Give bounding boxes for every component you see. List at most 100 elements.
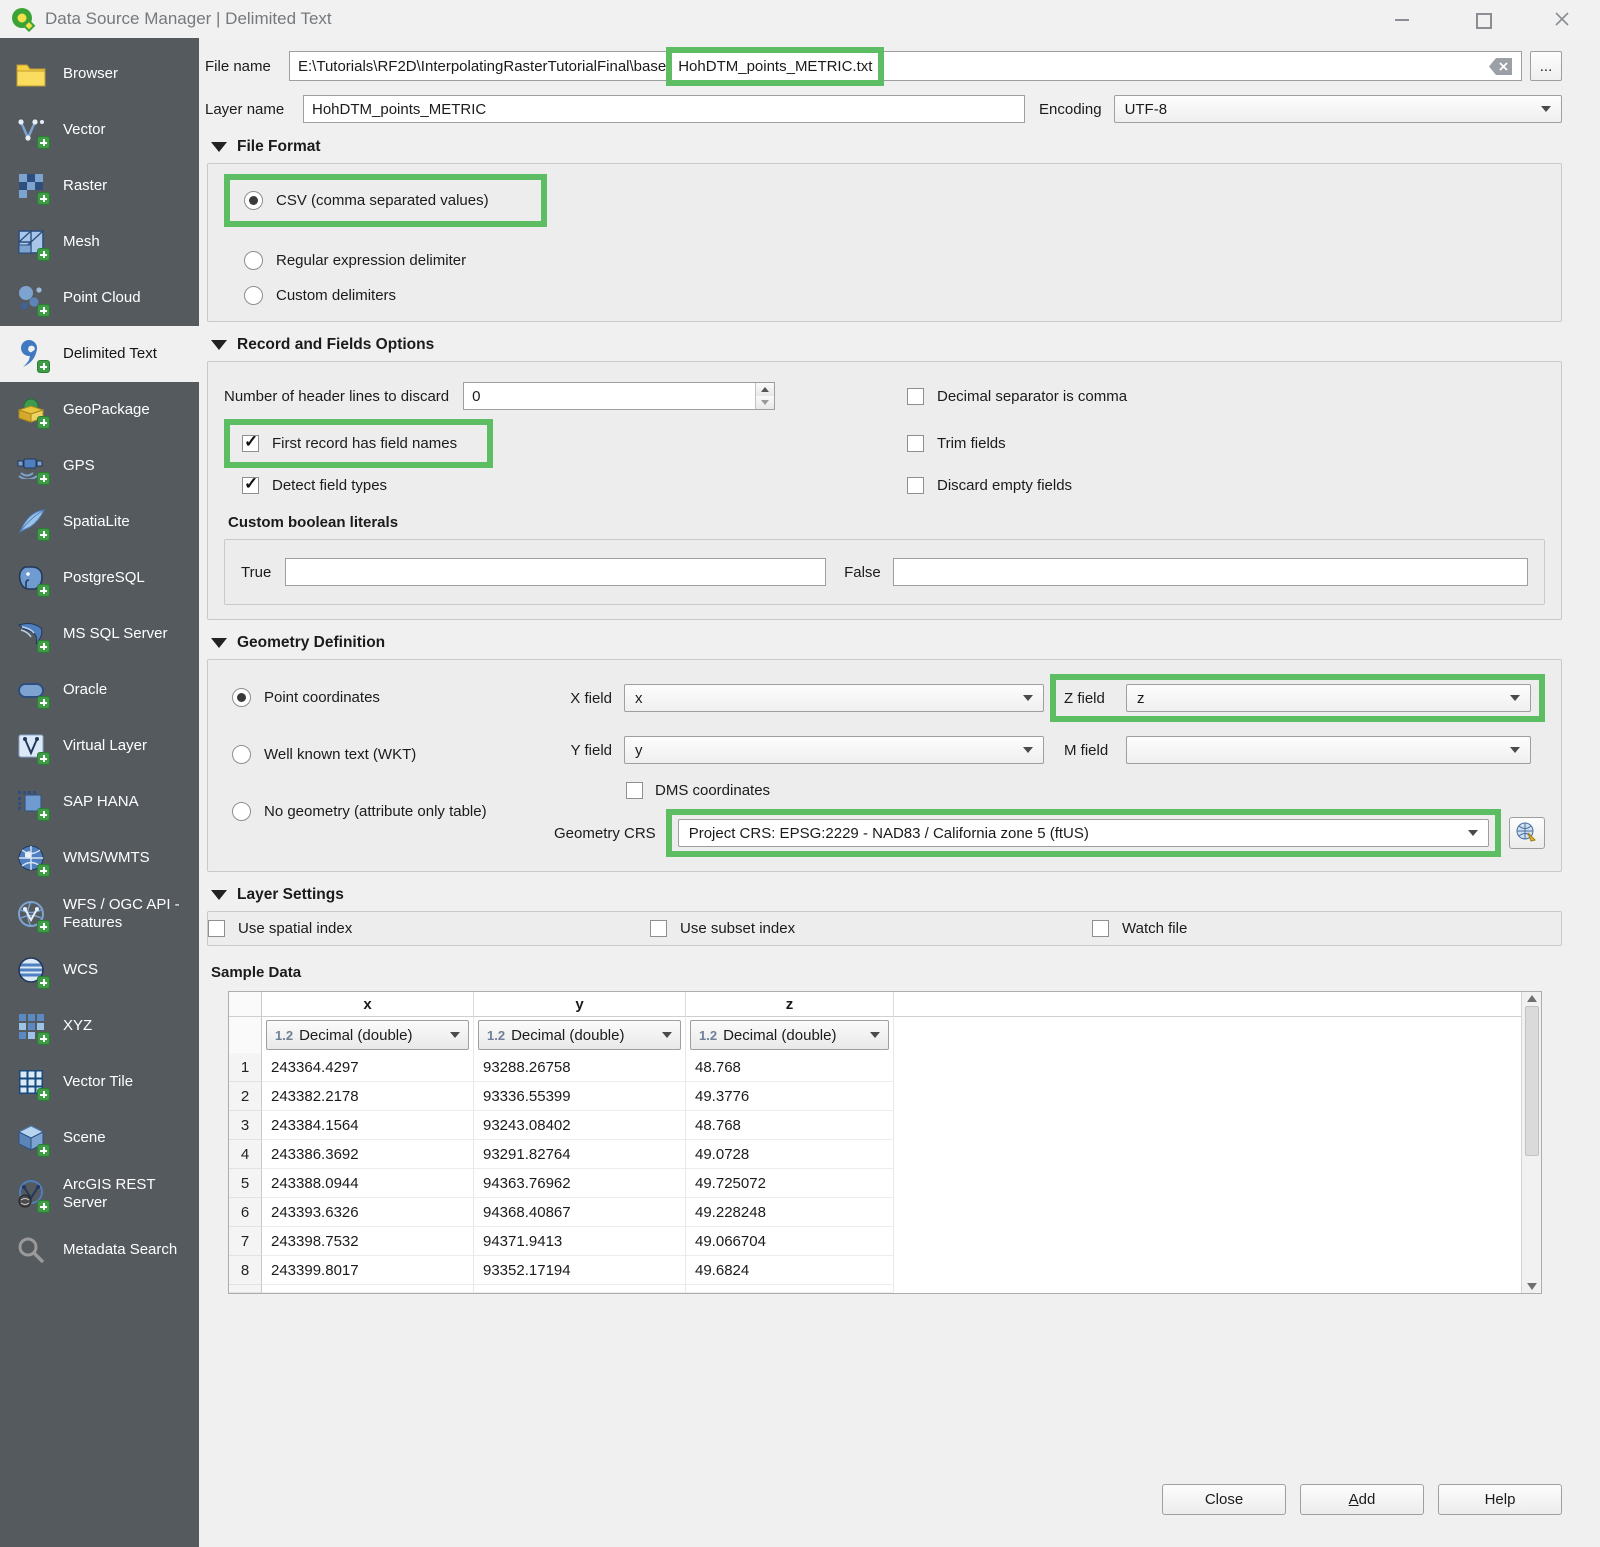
geometry-section-header[interactable]: Geometry Definition <box>211 634 1562 652</box>
false-literal-input[interactable] <box>893 558 1528 586</box>
checkbox-icon[interactable] <box>626 782 643 799</box>
chevron-down-icon <box>450 1032 460 1038</box>
radio-icon[interactable] <box>232 745 251 764</box>
watch-file-checkbox[interactable]: Watch file <box>1092 920 1187 937</box>
sidebar-item-mesh[interactable]: Mesh <box>0 214 199 270</box>
x-field-label: X field <box>554 690 612 707</box>
checkbox-icon[interactable] <box>208 920 225 937</box>
m-field-select[interactable] <box>1126 736 1531 764</box>
wms-globe-icon <box>12 840 50 876</box>
radio-icon[interactable] <box>244 251 263 270</box>
dialog-buttons: Close Add Help <box>1162 1484 1562 1515</box>
record-fields-group: Number of header lines to discard 0 Deci… <box>207 361 1562 620</box>
y-field-select[interactable]: y <box>624 736 1044 764</box>
scroll-up-icon[interactable] <box>1527 995 1537 1002</box>
record-fields-section-header[interactable]: Record and Fields Options <box>211 336 1562 354</box>
help-button[interactable]: Help <box>1438 1484 1562 1515</box>
file-format-section-header[interactable]: File Format <box>211 138 1562 156</box>
checkbox-checked-icon[interactable] <box>242 435 259 452</box>
radio-selected-icon[interactable] <box>232 688 251 707</box>
wkt-radio[interactable]: Well known text (WKT) <box>232 745 554 764</box>
sidebar-item-wfs[interactable]: WFS / OGC API - Features <box>0 886 199 942</box>
close-window-button[interactable] <box>1554 11 1570 27</box>
checkbox-icon[interactable] <box>650 920 667 937</box>
sidebar-item-sap-hana[interactable]: SAP HANA <box>0 774 199 830</box>
column-header-y[interactable]: y <box>474 992 686 1017</box>
file-basename-highlight: HohDTM_points_METRIC.txt <box>666 47 884 86</box>
sidebar-item-point-cloud[interactable]: Point Cloud <box>0 270 199 326</box>
layer-name-input[interactable]: HohDTM_points_METRIC <box>303 95 1025 123</box>
spatial-index-checkbox[interactable]: Use spatial index <box>208 920 650 937</box>
y-type-select[interactable]: 1.2 Decimal (double) <box>478 1020 681 1050</box>
sidebar-item-oracle[interactable]: Oracle <box>0 662 199 718</box>
scroll-down-icon[interactable] <box>1527 1283 1537 1290</box>
subset-index-checkbox[interactable]: Use subset index <box>650 920 1092 937</box>
sidebar-item-scene[interactable]: Scene <box>0 1110 199 1166</box>
regex-delimiter-radio-option[interactable]: Regular expression delimiter <box>244 251 1545 270</box>
spinner-up-button[interactable] <box>756 383 774 396</box>
column-header-z[interactable]: z <box>686 992 894 1017</box>
geometry-crs-select[interactable]: Project CRS: EPSG:2229 - NAD83 / Califor… <box>678 819 1489 847</box>
clear-input-icon[interactable] <box>1489 58 1513 75</box>
dms-coordinates-checkbox[interactable]: DMS coordinates <box>626 782 1545 799</box>
encoding-select[interactable]: UTF-8 <box>1114 95 1562 123</box>
no-geometry-radio[interactable]: No geometry (attribute only table) <box>232 802 554 821</box>
z-field-select[interactable]: z <box>1126 684 1531 712</box>
sidebar-item-delimited-text[interactable]: Delimited Text <box>0 326 199 382</box>
scrollbar-thumb[interactable] <box>1525 1006 1539 1156</box>
file-name-input[interactable]: E:\Tutorials\RF2D\InterpolatingRasterTut… <box>289 51 1522 81</box>
sidebar-item-gps[interactable]: GPS <box>0 438 199 494</box>
x-type-select[interactable]: 1.2 Decimal (double) <box>266 1020 469 1050</box>
detect-field-types-checkbox[interactable]: Detect field types <box>242 477 889 494</box>
checkbox-icon[interactable] <box>907 388 924 405</box>
checkbox-checked-icon[interactable] <box>242 477 259 494</box>
sidebar-item-metadata-search[interactable]: Metadata Search <box>0 1222 199 1278</box>
maximize-button[interactable] <box>1474 11 1490 27</box>
sidebar-item-mssql[interactable]: MS SQL Server <box>0 606 199 662</box>
spinner-down-button[interactable] <box>756 396 774 409</box>
table-scrollbar[interactable] <box>1521 992 1541 1293</box>
point-coordinates-radio[interactable]: Point coordinates <box>232 688 554 707</box>
checkbox-icon[interactable] <box>1092 920 1109 937</box>
first-record-checkbox[interactable]: First record has field names <box>224 419 493 468</box>
select-crs-button[interactable] <box>1509 817 1545 849</box>
add-badge-icon <box>37 304 50 317</box>
sidebar-item-arcgis-rest[interactable]: ArcGIS REST Server <box>0 1166 199 1222</box>
sidebar-item-postgresql[interactable]: PostgreSQL <box>0 550 199 606</box>
sidebar-item-xyz[interactable]: XYZ <box>0 998 199 1054</box>
sidebar-item-vector[interactable]: Vector <box>0 102 199 158</box>
custom-delimiters-radio-option[interactable]: Custom delimiters <box>244 286 1545 305</box>
sidebar-item-vector-tile[interactable]: Vector Tile <box>0 1054 199 1110</box>
sidebar-item-browser[interactable]: Browser <box>0 46 199 102</box>
checkbox-icon[interactable] <box>907 477 924 494</box>
sidebar-item-wms[interactable]: WMS/WMTS <box>0 830 199 886</box>
sidebar-item-spatialite[interactable]: SpatiaLite <box>0 494 199 550</box>
column-header-x[interactable]: x <box>262 992 474 1017</box>
discard-empty-fields-checkbox[interactable]: Discard empty fields <box>907 477 1545 494</box>
radio-icon[interactable] <box>232 802 251 821</box>
sidebar-item-virtual-layer[interactable]: Virtual Layer <box>0 718 199 774</box>
decimal-comma-checkbox[interactable]: Decimal separator is comma <box>907 388 1545 405</box>
trim-fields-checkbox[interactable]: Trim fields <box>907 435 1545 452</box>
sidebar-item-wcs[interactable]: WCS <box>0 942 199 998</box>
sidebar-item-geopackage[interactable]: GeoPackage <box>0 382 199 438</box>
main-content: File name E:\Tutorials\RF2D\Interpolatin… <box>199 38 1600 1547</box>
add-badge-icon <box>37 864 50 877</box>
minimize-button[interactable] <box>1394 11 1410 27</box>
sidebar-item-raster[interactable]: Raster <box>0 158 199 214</box>
add-badge-icon <box>37 472 50 485</box>
header-lines-spinner[interactable]: 0 <box>463 382 775 410</box>
x-field-select[interactable]: x <box>624 684 1044 712</box>
chevron-down-icon <box>662 1032 672 1038</box>
globe-crs-icon <box>1515 822 1539 844</box>
z-type-select[interactable]: 1.2 Decimal (double) <box>690 1020 889 1050</box>
layer-settings-section-header[interactable]: Layer Settings <box>211 886 1562 904</box>
add-button[interactable]: Add <box>1300 1484 1424 1515</box>
radio-icon[interactable] <box>244 286 263 305</box>
close-button[interactable]: Close <box>1162 1484 1286 1515</box>
radio-selected-icon[interactable] <box>244 191 263 210</box>
checkbox-icon[interactable] <box>907 435 924 452</box>
browse-file-button[interactable]: ... <box>1530 51 1562 81</box>
csv-radio-option[interactable]: CSV (comma separated values) <box>224 174 547 227</box>
true-literal-input[interactable] <box>285 558 826 586</box>
